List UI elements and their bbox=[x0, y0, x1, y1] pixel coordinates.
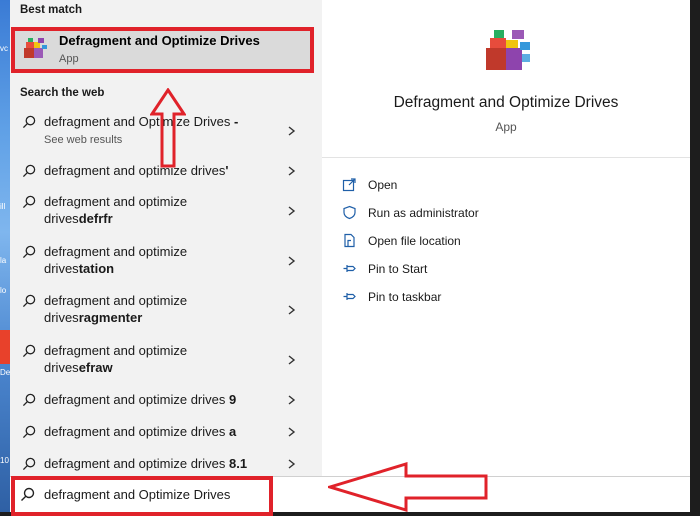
web-result-text: defragment and optimize drives 8.1 bbox=[44, 456, 248, 471]
desktop-background: vc ill la lo De 10 bbox=[0, 0, 10, 516]
divider bbox=[322, 157, 690, 158]
desktop-icon bbox=[0, 330, 10, 364]
action-label: Run as administrator bbox=[368, 206, 479, 220]
search-icon bbox=[22, 115, 36, 129]
desktop-icon-label: De bbox=[0, 368, 10, 377]
pin-to-taskbar-action[interactable]: Pin to taskbar bbox=[322, 283, 690, 311]
web-result-item[interactable]: defragment and optimize drives 9 bbox=[10, 391, 313, 417]
pin-icon bbox=[343, 293, 356, 300]
desktop-icon-label: lo bbox=[0, 286, 7, 295]
defrag-app-icon bbox=[486, 30, 530, 70]
app-type: App bbox=[495, 120, 517, 134]
desktop-icon-label: vc bbox=[0, 44, 8, 53]
desktop-icon-label: ill bbox=[0, 202, 6, 211]
web-result-text: defragment and optimize drives a bbox=[44, 424, 237, 439]
chevron-right-icon[interactable] bbox=[286, 458, 296, 470]
chevron-right-icon[interactable] bbox=[286, 255, 296, 267]
search-icon bbox=[22, 294, 36, 308]
chevron-right-icon[interactable] bbox=[286, 125, 296, 137]
annotation-highlight-box bbox=[11, 476, 273, 516]
shield-icon bbox=[343, 205, 356, 220]
action-label: Open bbox=[368, 178, 398, 192]
action-label: Open file location bbox=[368, 234, 461, 248]
chevron-right-icon[interactable] bbox=[286, 165, 296, 177]
search-web-heading: Search the web bbox=[20, 87, 105, 99]
open-file-location-action[interactable]: Open file location bbox=[322, 227, 690, 255]
app-details-pane: Defragment and Optimize Drives App Open … bbox=[322, 0, 690, 476]
run-as-administrator-action[interactable]: Run as administrator bbox=[322, 199, 690, 227]
web-result-text: defragment and optimize drives 9 bbox=[44, 392, 237, 407]
web-result-item[interactable]: defragment and optimize drivesragmenter bbox=[10, 292, 313, 332]
search-icon bbox=[22, 425, 36, 439]
search-icon bbox=[22, 245, 36, 259]
search-icon bbox=[22, 195, 36, 209]
pin-icon bbox=[343, 265, 356, 272]
chevron-right-icon[interactable] bbox=[286, 205, 296, 217]
file-location-icon bbox=[344, 233, 355, 248]
pin-to-start-action[interactable]: Pin to Start bbox=[322, 255, 690, 283]
chevron-right-icon[interactable] bbox=[286, 354, 296, 366]
web-result-text: defragment and optimize drivesragmenter bbox=[44, 293, 188, 325]
chevron-right-icon[interactable] bbox=[286, 426, 296, 438]
web-result-text: defragment and optimize drivesdefrfr bbox=[44, 194, 188, 226]
annotation-highlight-box bbox=[11, 27, 314, 73]
chevron-right-icon[interactable] bbox=[286, 304, 296, 316]
web-result-item[interactable]: defragment and optimize drivesefraw bbox=[10, 342, 313, 382]
desktop-icon-label: 10 bbox=[0, 456, 9, 465]
search-icon bbox=[22, 164, 36, 178]
open-action[interactable]: Open bbox=[322, 171, 690, 199]
search-icon bbox=[22, 457, 36, 471]
window-edge bbox=[690, 0, 700, 516]
web-result-text: defragment and optimize drivesefraw bbox=[44, 343, 188, 375]
web-result-item[interactable]: defragment and optimize drives a bbox=[10, 423, 313, 449]
chevron-right-icon[interactable] bbox=[286, 394, 296, 406]
search-icon bbox=[22, 344, 36, 358]
action-label: Pin to taskbar bbox=[368, 290, 442, 304]
open-icon bbox=[342, 178, 356, 192]
action-label: Pin to Start bbox=[368, 262, 428, 276]
best-match-heading: Best match bbox=[20, 4, 82, 16]
web-result-text: defragment and optimize drivestation bbox=[44, 244, 188, 276]
annotation-left-arrow bbox=[328, 462, 488, 512]
search-icon bbox=[22, 393, 36, 407]
web-result-item[interactable]: defragment and optimize drivesdefrfr bbox=[10, 193, 313, 233]
web-result-item[interactable]: defragment and optimize drivestation bbox=[10, 243, 313, 283]
app-title: Defragment and Optimize Drives bbox=[393, 94, 619, 111]
annotation-up-arrow bbox=[150, 88, 186, 168]
desktop-icon-label: la bbox=[0, 256, 7, 265]
